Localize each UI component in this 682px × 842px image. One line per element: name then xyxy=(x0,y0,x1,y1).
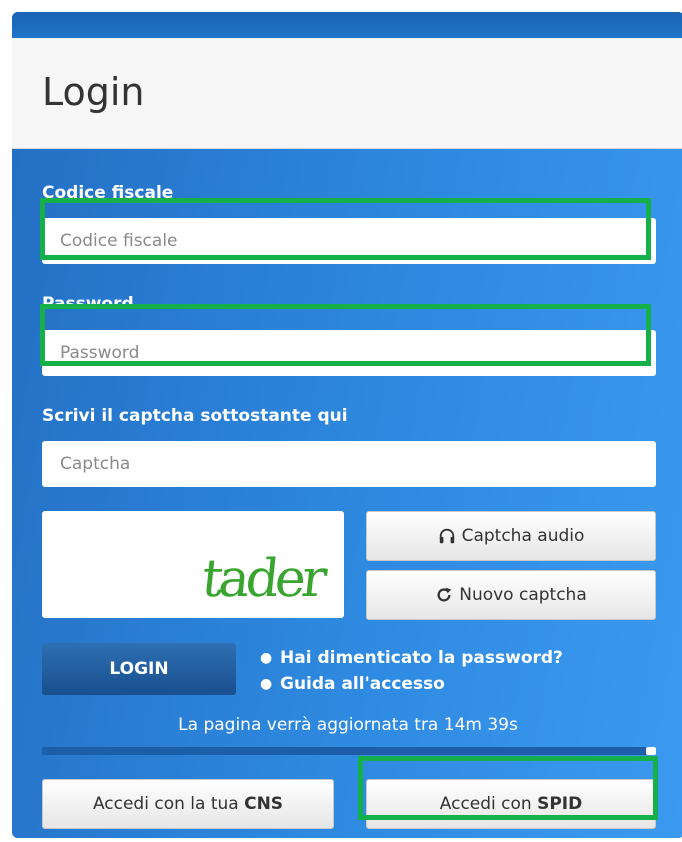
cns-prefix: Accedi con la tua xyxy=(92,794,245,814)
cns-bold: CNS xyxy=(244,794,284,814)
spid-login-button[interactable]: Accedi con SPID xyxy=(366,779,656,829)
login-header: Login xyxy=(12,38,682,149)
captcha-image-text: tader xyxy=(198,549,326,609)
password-input[interactable] xyxy=(42,330,656,376)
refresh-progress-bar xyxy=(42,747,656,755)
refresh-countdown: La pagina verrà aggiornata tra 14m 39s xyxy=(178,715,518,735)
new-captcha-button[interactable]: Nuovo captcha xyxy=(366,570,656,620)
login-card: Login Codice fiscale Password Scrivi il … xyxy=(12,12,682,838)
cns-login-button[interactable]: Accedi con la tua CNS xyxy=(42,779,334,829)
cns-button-text: Accedi con la tua CNS xyxy=(93,794,283,814)
headphones-icon xyxy=(439,528,454,544)
codice-fiscale-input[interactable] xyxy=(42,218,656,264)
help-links: ● Hai dimenticato la password? ● Guida a… xyxy=(260,645,563,697)
guide-item: ● Guida all'accesso xyxy=(260,671,563,697)
page-title: Login xyxy=(42,70,145,114)
spid-bold: SPID xyxy=(537,794,583,814)
spid-prefix: Accedi con xyxy=(439,794,538,814)
refresh-icon xyxy=(437,587,452,602)
spid-button-text: Accedi con SPID xyxy=(440,794,582,814)
forgot-password-link[interactable]: Hai dimenticato la password? xyxy=(280,645,563,671)
captcha-label: Scrivi il captcha sottostante qui xyxy=(42,406,348,426)
captcha-audio-label: Captcha audio xyxy=(461,526,585,546)
captcha-image: tader xyxy=(42,511,344,618)
forgot-password-item: ● Hai dimenticato la password? xyxy=(260,645,563,671)
login-button[interactable]: LOGIN xyxy=(42,643,236,695)
codice-fiscale-label: Codice fiscale xyxy=(42,183,174,203)
password-label: Password xyxy=(42,294,134,314)
login-form-panel: Codice fiscale Password Scrivi il captch… xyxy=(12,149,682,838)
top-bar xyxy=(12,12,682,38)
guide-link[interactable]: Guida all'accesso xyxy=(280,671,445,697)
captcha-input[interactable] xyxy=(42,441,656,487)
bullet-icon: ● xyxy=(260,676,273,692)
new-captcha-label: Nuovo captcha xyxy=(459,585,587,605)
refresh-progress-fill xyxy=(646,747,656,755)
captcha-audio-button[interactable]: Captcha audio xyxy=(366,511,656,561)
bullet-icon: ● xyxy=(260,650,273,666)
